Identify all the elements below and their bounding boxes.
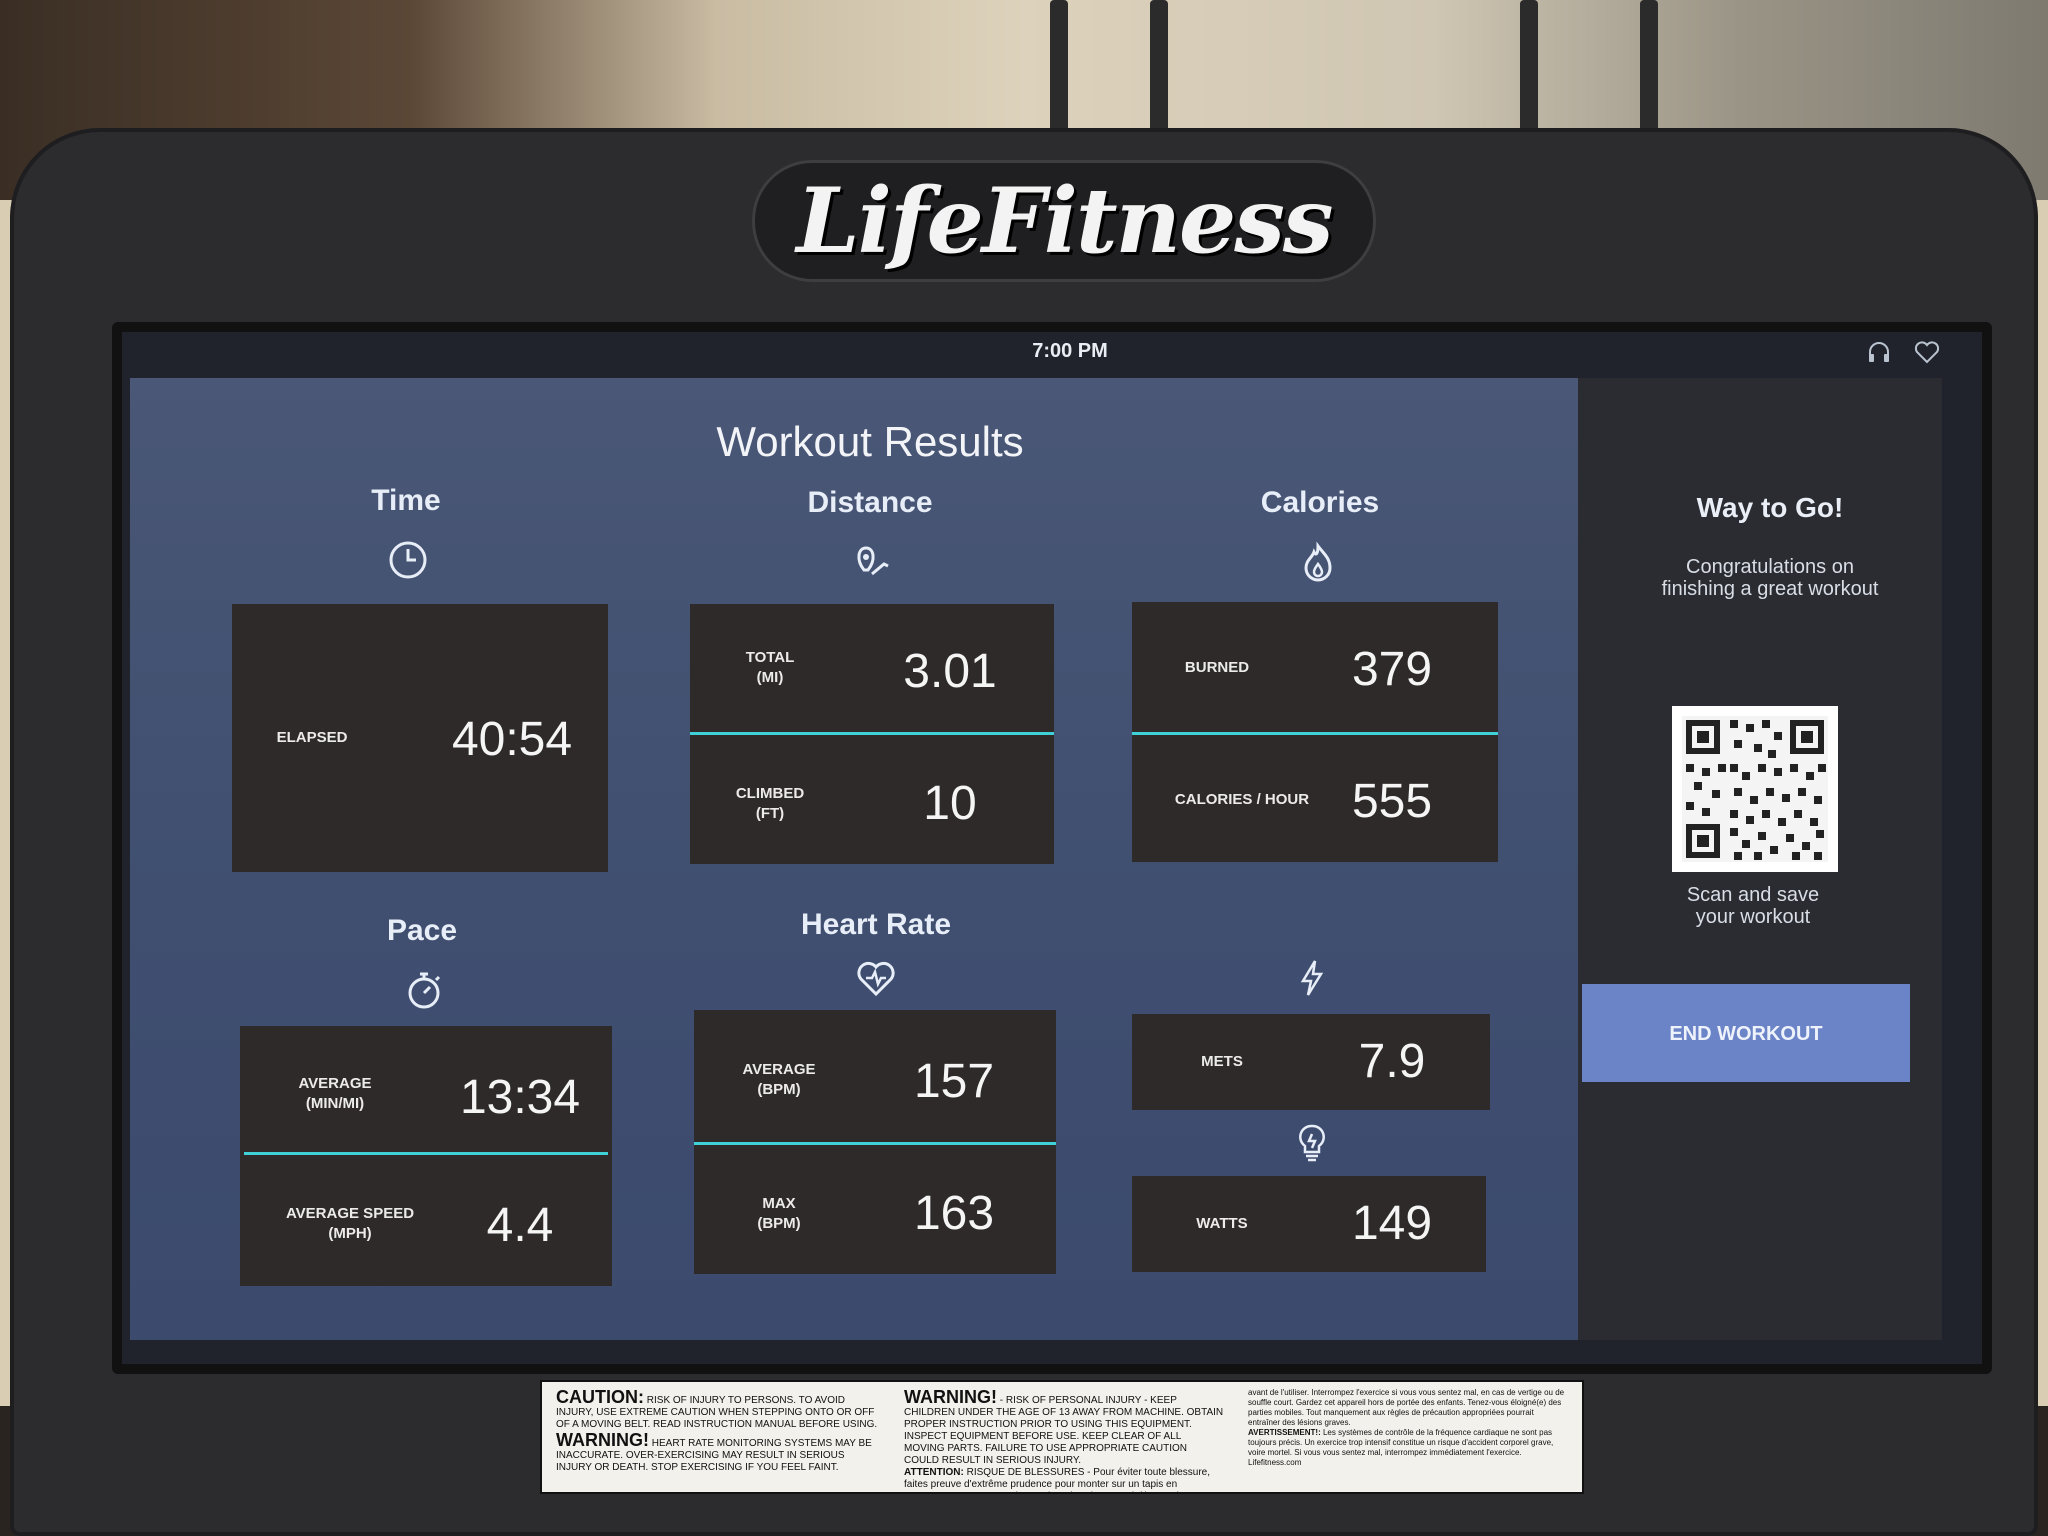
heart-pulse-icon bbox=[854, 956, 898, 1000]
qr-code[interactable] bbox=[1672, 706, 1838, 872]
stat-card-mets: METS 7.9 bbox=[1132, 1014, 1490, 1110]
stat-label: CLIMBED (FT) bbox=[735, 785, 805, 822]
divider bbox=[690, 732, 1054, 735]
stat-label: MAX (BPM) bbox=[757, 1195, 801, 1232]
qr-caption: Scan and save your workout bbox=[1686, 884, 1820, 928]
stat-card-distance: TOTAL (MI) 3.01 CLIMBED (FT) 10 bbox=[690, 604, 1054, 864]
stat-value-watts: 149 bbox=[1351, 1197, 1433, 1250]
section-title-calories: Calories bbox=[1260, 486, 1380, 519]
stat-value-calories-per-hour: 555 bbox=[1351, 775, 1433, 828]
section-title-pace: Pace bbox=[386, 914, 458, 947]
stat-label: METS bbox=[1201, 1053, 1243, 1070]
stat-card-heart-rate: AVERAGE (BPM) 157 MAX (BPM) 163 bbox=[694, 1010, 1056, 1274]
stat-card-calories: BURNED 379 CALORIES / HOUR 555 bbox=[1132, 602, 1498, 862]
french-warning-text: avant de l'utiliser. Interrompez l'exerc… bbox=[1248, 1388, 1565, 1467]
end-workout-button[interactable]: END WORKOUT bbox=[1582, 984, 1910, 1082]
stat-label: WATTS bbox=[1196, 1215, 1248, 1232]
brand-logo: LifeFitness bbox=[752, 160, 1376, 282]
divider bbox=[694, 1142, 1056, 1145]
warning-text: WARNING! - RISK OF PERSONAL INJURY - KEE… bbox=[904, 1387, 1224, 1492]
section-title-distance: Distance bbox=[807, 486, 933, 519]
congrats-subtitle: Congratulations on finishing a great wor… bbox=[1661, 556, 1879, 600]
status-clock: 7:00 PM bbox=[1032, 340, 1108, 362]
page-title: Workout Results bbox=[716, 418, 1024, 465]
lightbulb-icon bbox=[1290, 1120, 1334, 1164]
warning-label: CAUTION: RISK OF INJURY TO PERSONS. TO A… bbox=[540, 1380, 1584, 1494]
stat-card-pace: AVERAGE (MIN/MI) 13:34 AVERAGE SPEED (MP… bbox=[240, 1026, 612, 1286]
stat-label: AVERAGE SPEED (MPH) bbox=[285, 1205, 415, 1242]
stat-card-elapsed: ELAPSED 40:54 bbox=[232, 604, 608, 872]
lightning-icon bbox=[1290, 956, 1334, 1000]
clock-icon bbox=[386, 538, 430, 582]
stat-label: CALORIES / HOUR bbox=[1174, 791, 1310, 808]
flame-icon bbox=[1296, 540, 1340, 584]
stat-label: TOTAL (MI) bbox=[745, 649, 795, 686]
congrats-title: Way to Go! bbox=[1696, 492, 1844, 523]
stat-value-average-speed: 4.4 bbox=[486, 1199, 554, 1252]
stopwatch-icon bbox=[402, 968, 446, 1012]
stat-label: ELAPSED bbox=[276, 729, 348, 746]
caution-text: CAUTION: RISK OF INJURY TO PERSONS. TO A… bbox=[556, 1387, 878, 1473]
stat-value-elapsed: 40:54 bbox=[451, 713, 573, 766]
heart-icon[interactable] bbox=[1912, 340, 1942, 366]
stat-value-distance-climbed: 10 bbox=[923, 777, 977, 830]
stat-value-distance-total: 3.01 bbox=[903, 645, 997, 698]
headphones-icon[interactable] bbox=[1864, 340, 1894, 366]
stat-label: AVERAGE (MIN/MI) bbox=[298, 1075, 372, 1112]
brand-logo-text: LifeFitness bbox=[796, 168, 1333, 274]
stat-value-mets: 7.9 bbox=[1358, 1035, 1426, 1088]
divider bbox=[244, 1152, 608, 1155]
section-title-time: Time bbox=[371, 484, 441, 517]
stat-value-calories-burned: 379 bbox=[1351, 643, 1433, 696]
stat-label: BURNED bbox=[1184, 659, 1250, 676]
divider bbox=[1132, 732, 1498, 735]
stat-value-pace-average: 13:34 bbox=[459, 1071, 581, 1124]
location-pin-icon bbox=[850, 540, 894, 584]
stat-value-heart-rate-average: 157 bbox=[913, 1055, 995, 1108]
section-title-heart-rate: Heart Rate bbox=[800, 908, 952, 941]
stat-value-heart-rate-max: 163 bbox=[913, 1187, 995, 1240]
stat-label: AVERAGE (BPM) bbox=[742, 1061, 816, 1098]
stat-card-watts: WATTS 149 bbox=[1132, 1176, 1486, 1272]
